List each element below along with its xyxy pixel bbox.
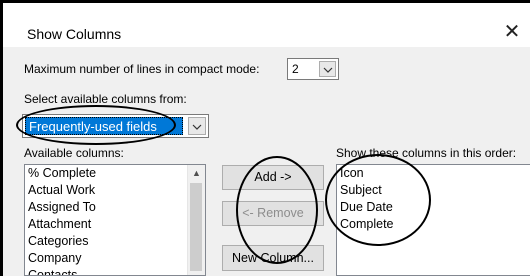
add-button[interactable]: Add -> xyxy=(222,165,324,190)
column-source-selected: Frequently-used fields xyxy=(25,117,183,135)
list-item[interactable]: Icon xyxy=(337,165,530,182)
available-columns-list[interactable]: % Complete Actual Work Assigned To Attac… xyxy=(24,164,206,276)
list-item[interactable]: Categories xyxy=(25,233,205,250)
list-item[interactable]: Subject xyxy=(337,182,530,199)
chevron-down-icon[interactable] xyxy=(188,117,206,135)
column-source-value: Frequently-used fields xyxy=(29,119,157,134)
list-item[interactable]: Actual Work xyxy=(25,182,205,199)
compact-mode-label: Maximum number of lines in compact mode: xyxy=(24,62,260,76)
new-column-button[interactable]: New Column... xyxy=(222,245,324,271)
shown-columns-list[interactable]: Icon Subject Due Date Complete xyxy=(336,164,530,276)
close-icon[interactable]: ✕ xyxy=(500,20,524,44)
compact-lines-select[interactable]: 2 xyxy=(287,58,339,80)
scroll-thumb[interactable] xyxy=(190,183,202,271)
list-item[interactable]: Complete xyxy=(337,216,530,233)
list-item[interactable]: Due Date xyxy=(337,199,530,216)
list-item[interactable]: Attachment xyxy=(25,216,205,233)
source-label: Select available columns from: xyxy=(24,92,187,106)
column-source-select[interactable]: Frequently-used fields xyxy=(22,114,209,138)
title-bar: Show Columns ✕ xyxy=(6,6,530,50)
shown-columns-label: Show these columns in this order: xyxy=(336,146,517,160)
available-scrollbar[interactable]: ▲ xyxy=(187,165,205,275)
list-item[interactable]: Assigned To xyxy=(25,199,205,216)
list-item[interactable]: % Complete xyxy=(25,165,205,182)
remove-button[interactable]: <- Remove xyxy=(222,201,324,226)
chevron-down-icon[interactable] xyxy=(319,61,336,77)
dialog-title: Show Columns xyxy=(27,26,122,42)
available-columns-label: Available columns: xyxy=(24,146,124,160)
scroll-up-icon[interactable]: ▲ xyxy=(188,165,205,182)
compact-lines-value: 2 xyxy=(292,62,299,76)
list-item[interactable]: Company xyxy=(25,250,205,267)
list-item[interactable]: Contacts xyxy=(25,267,205,275)
